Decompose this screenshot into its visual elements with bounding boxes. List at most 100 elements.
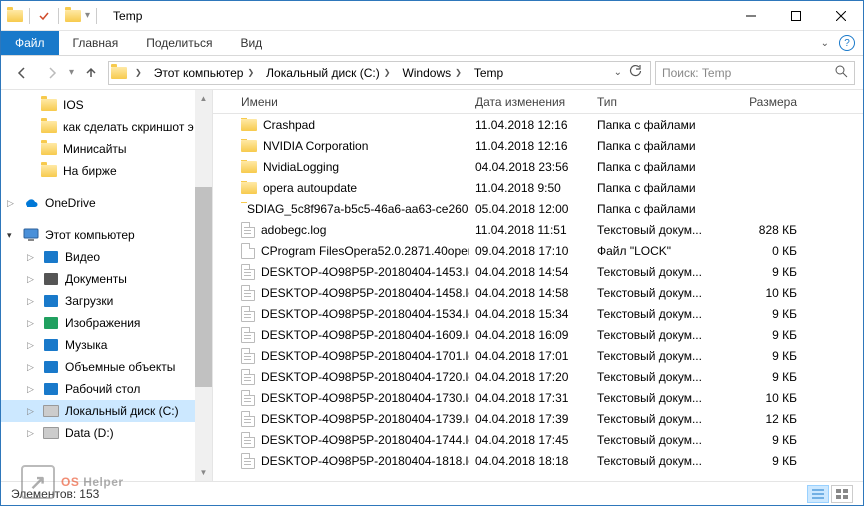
ribbon-tab-file[interactable]: Файл <box>1 31 59 55</box>
list-item[interactable]: NvidiaLogging04.04.2018 23:56Папка с фай… <box>213 156 863 177</box>
help-icon[interactable]: ? <box>839 35 855 51</box>
nav-forward-button[interactable] <box>39 60 65 86</box>
file-type: Текстовый докум... <box>591 223 733 237</box>
col-size[interactable]: Размера <box>733 95 803 109</box>
list-item[interactable]: opera autoupdate11.04.2018 9:50Папка с ф… <box>213 177 863 198</box>
expand-icon[interactable]: ▷ <box>27 384 37 395</box>
expand-icon[interactable]: ▷ <box>27 340 37 351</box>
list-item[interactable]: DESKTOP-4O98P5P-20180404-1818.log04.04.2… <box>213 450 863 471</box>
tree-library[interactable]: ▷ Изображения <box>1 312 212 334</box>
tree-scrollbar[interactable]: ▲ ▼ <box>195 90 212 481</box>
nav-up-button[interactable] <box>78 60 104 86</box>
folder-qat-icon[interactable] <box>65 8 81 24</box>
tree-onedrive[interactable]: ▷ OneDrive <box>1 192 212 214</box>
col-type[interactable]: Тип <box>591 95 733 109</box>
file-type: Текстовый докум... <box>591 454 733 468</box>
expand-icon[interactable]: ▷ <box>27 428 37 439</box>
view-details-button[interactable] <box>807 485 829 503</box>
tree-folder[interactable]: IOS <box>1 94 212 116</box>
library-icon <box>43 250 59 264</box>
list-item[interactable]: DESKTOP-4O98P5P-20180404-1744.log04.04.2… <box>213 429 863 450</box>
file-date: 04.04.2018 17:31 <box>469 391 591 405</box>
file-name: opera autoupdate <box>263 181 357 195</box>
list-item[interactable]: adobegc.log11.04.2018 11:51Текстовый док… <box>213 219 863 240</box>
file-type: Текстовый докум... <box>591 286 733 300</box>
list-item[interactable]: DESKTOP-4O98P5P-20180404-1739.log04.04.2… <box>213 408 863 429</box>
tree-label: Изображения <box>65 316 140 330</box>
nav-history-dropdown[interactable]: ▾ <box>69 67 74 78</box>
nav-tree[interactable]: IOSкак сделать скриншот эМинисайтыНа бир… <box>1 90 213 481</box>
tree-library[interactable]: ▷Видео <box>1 246 212 268</box>
tree-library[interactable]: ▷Документы <box>1 268 212 290</box>
list-item[interactable]: CProgram FilesOpera52.0.2871.40opera_a..… <box>213 240 863 261</box>
address-bar[interactable]: ❯ Этот компьютер❯ Локальный диск (C:)❯ W… <box>108 61 651 85</box>
ribbon-tab-share[interactable]: Поделиться <box>132 31 226 55</box>
search-input[interactable]: Поиск: Temp <box>655 61 855 85</box>
list-item[interactable]: SDIAG_5c8f967a-b5c5-46a6-aa63-ce260af...… <box>213 198 863 219</box>
list-item[interactable]: Crashpad11.04.2018 12:16Папка с файлами <box>213 114 863 135</box>
tree-folder[interactable]: На бирже <box>1 160 212 182</box>
list-item[interactable]: DESKTOP-4O98P5P-20180404-1609.log04.04.2… <box>213 324 863 345</box>
scroll-thumb[interactable] <box>195 187 212 387</box>
close-button[interactable] <box>818 1 863 31</box>
file-name: DESKTOP-4O98P5P-20180404-1701.log <box>261 349 469 363</box>
tree-folder[interactable]: как сделать скриншот э <box>1 116 212 138</box>
list-item[interactable]: DESKTOP-4O98P5P-20180404-1458.log04.04.2… <box>213 282 863 303</box>
file-type: Текстовый докум... <box>591 265 733 279</box>
list-item[interactable]: DESKTOP-4O98P5P-20180404-1720.log04.04.2… <box>213 366 863 387</box>
file-date: 04.04.2018 17:39 <box>469 412 591 426</box>
list-item[interactable]: DESKTOP-4O98P5P-20180404-1701.log04.04.2… <box>213 345 863 366</box>
ribbon-collapse-icon[interactable]: ⌄ <box>821 38 829 49</box>
list-item[interactable]: DESKTOP-4O98P5P-20180404-1534.log04.04.2… <box>213 303 863 324</box>
expand-icon[interactable]: ▷ <box>7 198 17 209</box>
file-type: Текстовый докум... <box>591 391 733 405</box>
refresh-icon[interactable] <box>628 64 642 81</box>
list-item[interactable]: DESKTOP-4O98P5P-20180404-1730.log04.04.2… <box>213 387 863 408</box>
ribbon-tab-view[interactable]: Вид <box>226 31 276 55</box>
search-placeholder: Поиск: Temp <box>662 66 731 80</box>
item-count: 153 <box>79 487 99 501</box>
chevron-right-icon[interactable]: ❯ <box>131 68 146 77</box>
chevron-right-icon[interactable]: ❯ <box>243 68 258 77</box>
scroll-up-icon[interactable]: ▲ <box>195 90 212 107</box>
address-dropdown-icon[interactable]: ⌄ <box>614 67 622 78</box>
qat-dropdown-icon[interactable]: ▾ <box>85 10 90 21</box>
file-name: CProgram FilesOpera52.0.2871.40opera_a..… <box>261 244 469 258</box>
breadcrumb[interactable]: Temp <box>470 62 507 84</box>
collapse-icon[interactable]: ▾ <box>7 230 17 241</box>
tree-thispc[interactable]: ▾ Этот компьютер <box>1 224 212 246</box>
tree-disk[interactable]: ▷Data (D:) <box>1 422 212 444</box>
chevron-right-icon[interactable]: ❯ <box>380 68 395 77</box>
library-icon <box>43 272 59 286</box>
file-date: 04.04.2018 16:09 <box>469 328 591 342</box>
expand-icon[interactable]: ▷ <box>27 296 37 307</box>
expand-icon[interactable]: ▷ <box>27 252 37 263</box>
tree-library[interactable]: ▷Загрузки <box>1 290 212 312</box>
expand-icon[interactable]: ▷ <box>27 362 37 373</box>
list-item[interactable]: DESKTOP-4O98P5P-20180404-1453.log04.04.2… <box>213 261 863 282</box>
nav-back-button[interactable] <box>9 60 35 86</box>
properties-icon[interactable] <box>36 8 52 24</box>
tree-library[interactable]: ▷Рабочий стол <box>1 378 212 400</box>
minimize-button[interactable] <box>728 1 773 31</box>
expand-icon[interactable]: ▷ <box>27 318 37 329</box>
ribbon-tab-home[interactable]: Главная <box>59 31 133 55</box>
file-list[interactable]: Имени Дата изменения Тип Размера Crashpa… <box>213 90 863 481</box>
view-icons-button[interactable] <box>831 485 853 503</box>
scroll-down-icon[interactable]: ▼ <box>195 464 212 481</box>
tree-library[interactable]: ▷Объемные объекты <box>1 356 212 378</box>
maximize-button[interactable] <box>773 1 818 31</box>
breadcrumb[interactable]: Windows❯ <box>398 62 469 84</box>
tree-library[interactable]: ▷Музыка <box>1 334 212 356</box>
expand-icon[interactable]: ▷ <box>27 406 37 417</box>
expand-icon[interactable]: ▷ <box>27 274 37 285</box>
list-item[interactable]: NVIDIA Corporation11.04.2018 12:16Папка … <box>213 135 863 156</box>
breadcrumb[interactable]: Этот компьютер❯ <box>150 62 262 84</box>
tree-disk[interactable]: ▷Локальный диск (C:) <box>1 400 212 422</box>
col-date[interactable]: Дата изменения <box>469 95 591 109</box>
breadcrumb[interactable]: Локальный диск (C:)❯ <box>262 62 398 84</box>
tree-folder[interactable]: Минисайты <box>1 138 212 160</box>
col-name[interactable]: Имени <box>213 95 469 109</box>
chevron-right-icon[interactable]: ❯ <box>451 68 466 77</box>
search-icon[interactable] <box>834 64 848 81</box>
